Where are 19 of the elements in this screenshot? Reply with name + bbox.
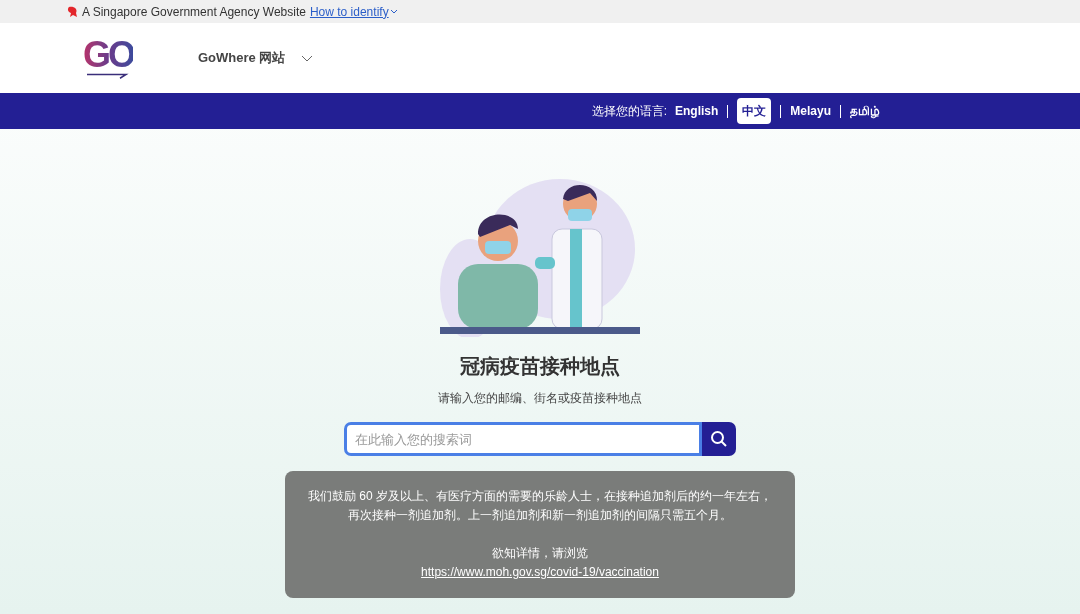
search-field[interactable]: 在此输入您的搜索词 (344, 422, 702, 456)
language-option[interactable]: Melayu (790, 98, 831, 124)
page-title: 冠病疫苗接种地点 (460, 354, 620, 379)
page-subtitle: 请输入您的邮编、街名或疫苗接种地点 (438, 390, 642, 407)
chevron-down-icon (389, 8, 398, 15)
banner-text: A Singapore Government Agency Website (82, 3, 306, 21)
notice-text: 我们鼓励 60 岁及以上、有医疗方面的需要的乐龄人士，在接种追加剂后的约一年左右，再次接种一剂追加剂。上一剂追加剂和新一剂追加剂的间隔只需五个月。 (307, 488, 773, 524)
search-button[interactable] (702, 422, 736, 456)
how-to-identify-link[interactable]: How to identify (309, 2, 398, 21)
lion-head-icon (67, 5, 78, 18)
language-option[interactable]: English (674, 98, 719, 124)
notice-more-text: 欲知详情，请浏览 (492, 545, 588, 562)
moh-vaccination-link[interactable]: https://www.moh.gov.sg/covid-19/vaccination (421, 563, 659, 582)
chevron-down-icon (301, 54, 314, 62)
search-icon (710, 430, 728, 448)
language-option[interactable]: தமிழ் (850, 98, 880, 124)
site-menu-button[interactable]: GoWhere 网站 (198, 48, 314, 68)
language-label: 选择您的语言: (591, 103, 667, 120)
language-option[interactable]: 中文 (737, 98, 772, 124)
